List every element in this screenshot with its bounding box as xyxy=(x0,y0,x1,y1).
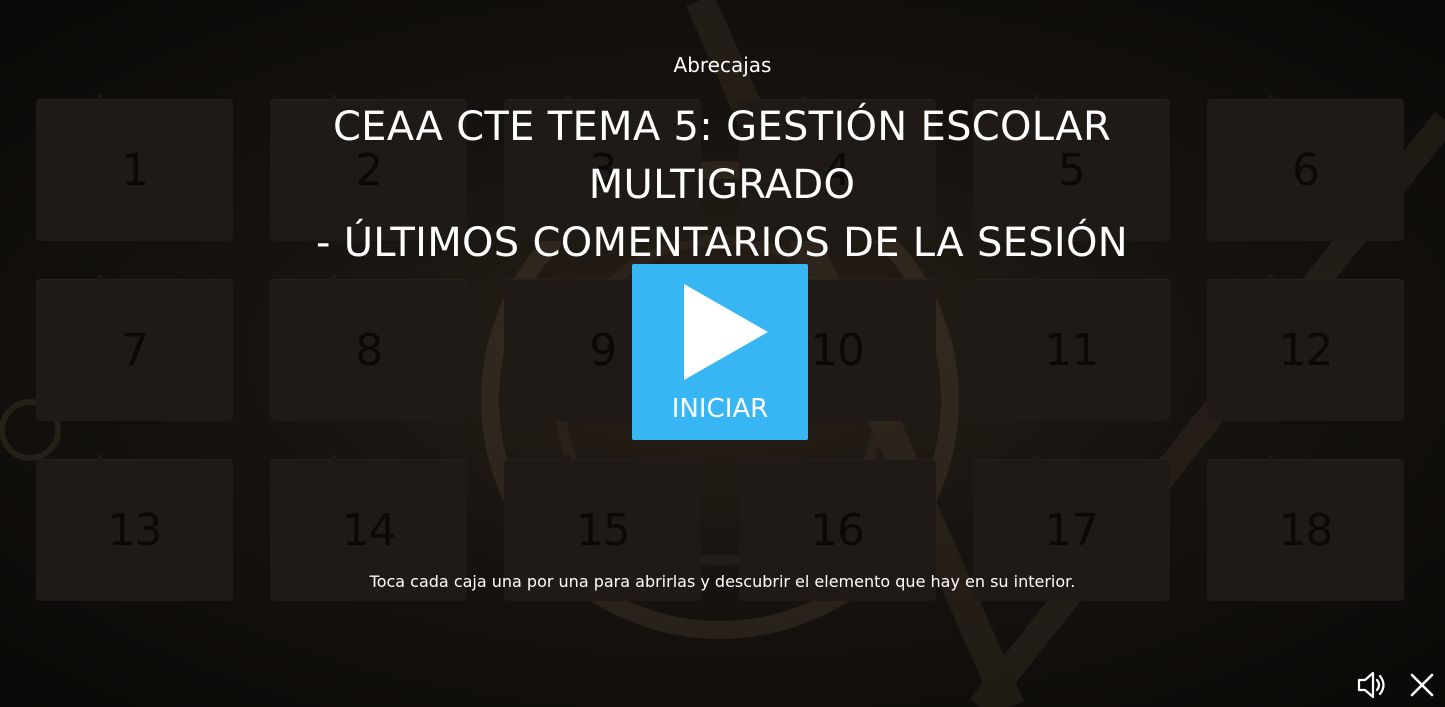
box-number: 8 xyxy=(355,324,383,376)
box-number: 11 xyxy=(1044,324,1099,376)
box-1[interactable]: 1 xyxy=(36,95,233,241)
box-number: 7 xyxy=(121,324,149,376)
play-icon xyxy=(684,284,768,380)
box-number: 14 xyxy=(341,504,397,556)
box-number: 6 xyxy=(1291,144,1320,196)
box-6[interactable]: 6 xyxy=(1206,95,1404,241)
close-icon xyxy=(1410,673,1434,697)
activity-stage: 1 2 3 4 5 6 7 8 9 10 11 12 13 14 15 16 1… xyxy=(0,0,1445,707)
sound-button[interactable] xyxy=(1355,668,1389,702)
box-11[interactable]: 11 xyxy=(972,275,1170,421)
sound-icon xyxy=(1357,671,1385,699)
start-label: INICIAR xyxy=(671,394,769,424)
close-button[interactable] xyxy=(1405,668,1439,702)
box-7[interactable]: 7 xyxy=(36,275,233,421)
box-12[interactable]: 12 xyxy=(1206,275,1404,421)
box-number: 10 xyxy=(810,324,865,376)
box-number: 18 xyxy=(1278,504,1333,556)
box-number: 9 xyxy=(589,324,617,376)
box-number: 13 xyxy=(107,504,163,556)
start-button[interactable]: INICIAR xyxy=(632,264,808,440)
box-number: 16 xyxy=(810,504,865,556)
box-number: 17 xyxy=(1044,504,1099,556)
activity-type-label: Abrecajas xyxy=(673,53,772,77)
box-number: 15 xyxy=(575,504,631,556)
instructions-text: Toca cada caja una por una para abrirlas… xyxy=(369,572,1076,591)
box-8[interactable]: 8 xyxy=(270,275,468,421)
title-line-1: CEAA CTE TEMA 5: GESTIÓN ESCOLAR MULTIGR… xyxy=(332,104,1112,208)
box-number: 1 xyxy=(121,144,149,196)
activity-title: CEAA CTE TEMA 5: GESTIÓN ESCOLAR MULTIGR… xyxy=(222,98,1222,272)
box-number: 12 xyxy=(1278,324,1333,376)
